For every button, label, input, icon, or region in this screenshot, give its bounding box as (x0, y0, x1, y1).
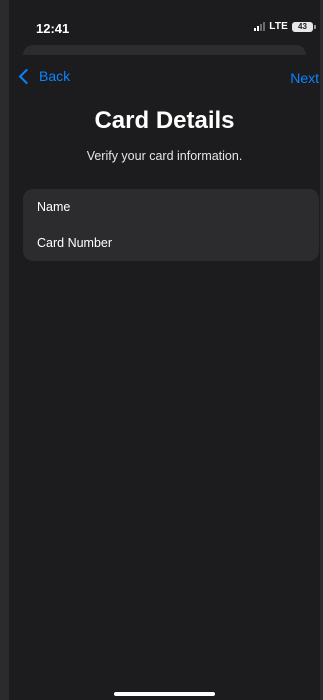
chevron-left-icon (18, 68, 35, 84)
status-indicators: LTE 43 (254, 21, 316, 32)
name-field-label: Name (37, 200, 71, 214)
page-subtitle: Verify your card information. (86, 149, 243, 163)
status-bar: 12:41 LTE 43 (9, 0, 320, 44)
back-button[interactable]: Back (17, 68, 70, 84)
battery-icon: 43 (292, 21, 316, 32)
card-number-field-label: Card Number (37, 236, 113, 250)
home-indicator[interactable] (114, 692, 215, 696)
device-frame: 12:41 LTE 43 Back Next Card Details Veri… (0, 0, 323, 700)
card-form-group: Name Card Number (23, 189, 319, 261)
phone-screen: 12:41 LTE 43 Back Next Card Details Veri… (9, 0, 320, 700)
next-button[interactable]: Next (290, 70, 319, 86)
status-time: 12:41 (36, 21, 70, 36)
page-title: Card Details (94, 107, 235, 134)
back-button-label: Back (39, 68, 71, 84)
card-number-field[interactable]: Card Number (23, 225, 319, 261)
battery-level: 43 (298, 22, 307, 31)
signal-icon (254, 22, 266, 31)
network-type: LTE (269, 21, 288, 32)
name-field[interactable]: Name (23, 189, 319, 225)
